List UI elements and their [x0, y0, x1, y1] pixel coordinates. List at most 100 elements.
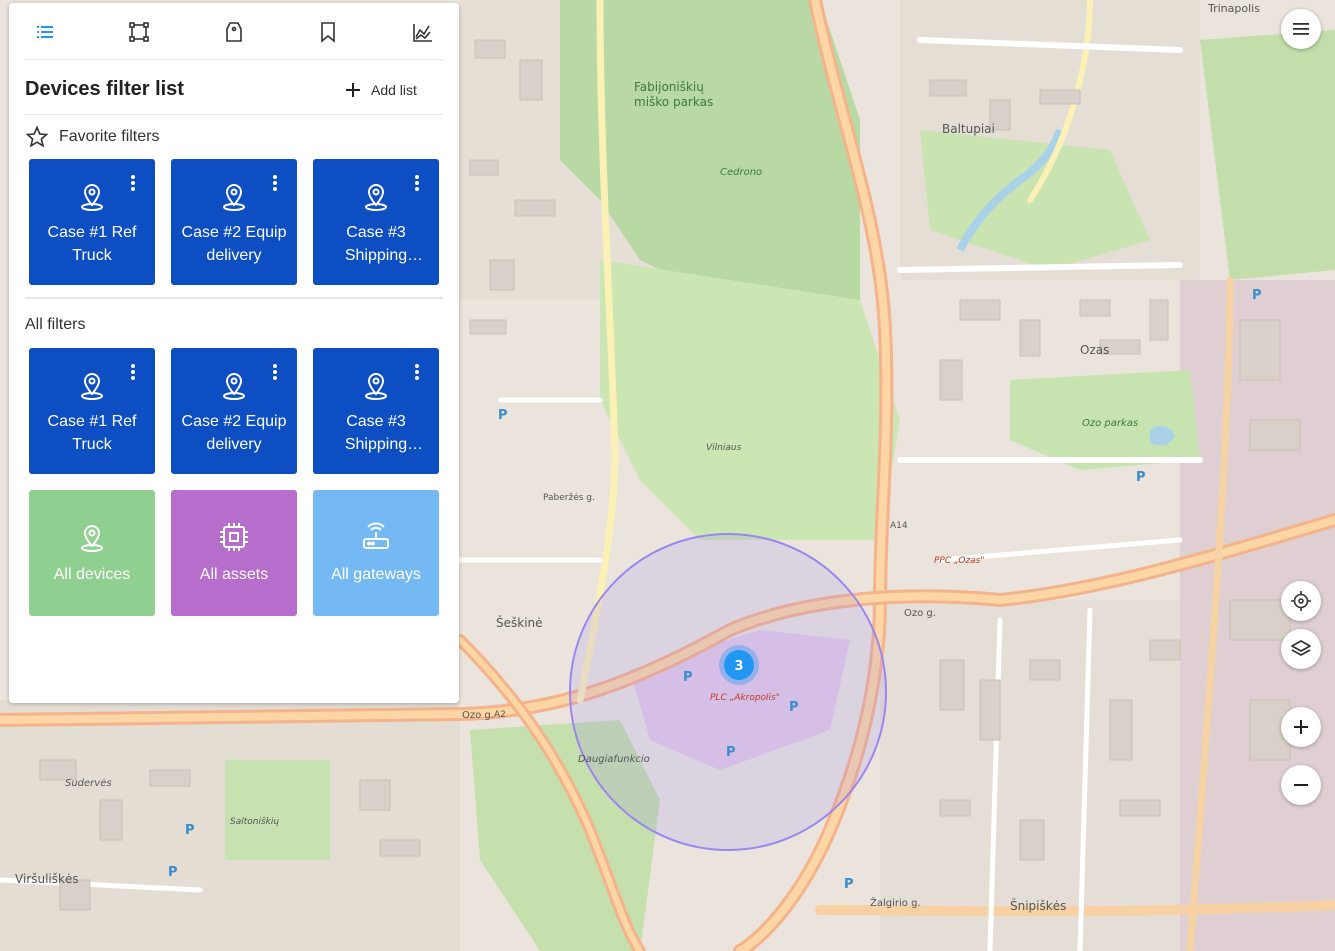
parking-icon: P: [844, 877, 854, 892]
tab-bookmarks[interactable]: [311, 15, 345, 49]
filter-card-label: Case #1 Ref Truck: [47, 224, 137, 264]
router-icon: [363, 522, 389, 549]
map-label: Vilniaus: [706, 443, 742, 453]
filter-card-label: Case #1 Ref Truck: [47, 413, 137, 453]
zoom-in-button[interactable]: [1281, 707, 1321, 747]
crosshair-icon: [1291, 591, 1311, 611]
map-label: Ozo g.: [904, 608, 936, 619]
title-divider: [25, 114, 443, 115]
favorite-filter-card[interactable]: Case #3 Shipping container: [313, 159, 439, 285]
all-gateways-card[interactable]: All gateways: [313, 490, 439, 616]
plus-icon: [1294, 720, 1308, 734]
parking-icon: P: [1252, 288, 1262, 303]
tab-geofences[interactable]: [122, 15, 156, 49]
panel-tabs: [9, 3, 459, 60]
map-label: A2: [494, 710, 506, 720]
add-list-label: Add list: [371, 82, 417, 98]
cluster-count: 3: [734, 659, 743, 674]
all-filters-label: All filters: [25, 316, 86, 333]
tabs-divider: [25, 59, 443, 60]
list-icon: [37, 26, 53, 38]
map-label: PPC „Ozas": [934, 556, 985, 566]
locate-button[interactable]: [1281, 581, 1321, 621]
all-devices-card[interactable]: All devices: [29, 490, 155, 616]
map-label: Sudervės: [65, 778, 112, 789]
parking-icon: P: [683, 670, 693, 685]
map-label: Ozo g.: [462, 710, 494, 721]
location-pin-icon: [223, 184, 245, 211]
filter-card-label: Case #2 Equip delivery: [181, 224, 287, 264]
map-label: Šnipiškės: [1010, 898, 1066, 913]
location-pin-icon: [81, 373, 103, 400]
star-icon[interactable]: [25, 125, 49, 149]
geofence-circle[interactable]: [569, 533, 887, 851]
location-pin-icon: [81, 525, 103, 552]
tab-list[interactable]: [28, 15, 62, 49]
map-menu-button[interactable]: [1281, 9, 1321, 49]
cluster-marker[interactable]: 3: [719, 645, 759, 685]
geofence-icon: [129, 22, 149, 42]
more-vert-icon[interactable]: [411, 362, 423, 382]
filter-card-label: All devices: [53, 566, 131, 583]
favorites-divider: [25, 297, 443, 299]
layers-icon: [1291, 640, 1311, 656]
filter-card[interactable]: Case #3 Shipping container: [313, 348, 439, 474]
map-label: miško parkas: [634, 95, 713, 109]
menu-icon: [1293, 23, 1309, 35]
parking-icon: P: [726, 745, 736, 760]
filter-panel: Devices filter list Add list Favorite fi…: [9, 3, 459, 703]
location-pin-icon: [365, 184, 387, 211]
parking-icon: P: [185, 823, 195, 838]
plus-icon: [346, 83, 360, 97]
parking-icon: P: [498, 408, 508, 423]
map-label: Viršuliškės: [15, 872, 79, 886]
filter-card[interactable]: Case #1 Ref Truck: [29, 348, 155, 474]
map-label: PLC „Akropolis": [710, 693, 780, 703]
map-label: Cedrono: [720, 167, 762, 178]
all-assets-card[interactable]: All assets: [171, 490, 297, 616]
filter-card-label: All assets: [199, 566, 269, 583]
add-list-button[interactable]: Add list: [345, 76, 417, 104]
map-label: Žalgirio g.: [870, 896, 921, 909]
layers-button[interactable]: [1281, 629, 1321, 669]
more-vert-icon[interactable]: [269, 173, 281, 193]
filter-card-label: All gateways: [331, 566, 421, 583]
tag-icon: [226, 22, 242, 42]
location-pin-icon: [223, 373, 245, 400]
map-label: Ozo parkas: [1082, 418, 1138, 429]
more-vert-icon[interactable]: [127, 362, 139, 382]
more-vert-icon[interactable]: [269, 362, 281, 382]
panel-title: Devices filter list: [25, 78, 184, 100]
all-filters-header: All filters: [25, 316, 85, 334]
zoom-out-button[interactable]: [1281, 765, 1321, 805]
bookmark-icon: [321, 22, 335, 43]
filter-card-label: Case #3 Shipping container: [344, 413, 408, 453]
filter-card[interactable]: Case #2 Equip delivery: [171, 348, 297, 474]
map-label: Paberžės g.: [543, 493, 595, 503]
more-vert-icon[interactable]: [127, 173, 139, 193]
favorites-label: Favorite filters: [59, 128, 160, 145]
saltoniskiu-area: [225, 760, 330, 860]
parking-icon: P: [168, 865, 178, 880]
filter-card-label: Case #2 Equip delivery: [181, 413, 287, 453]
analytics-icon: [413, 24, 432, 42]
filter-card-label: Case #3 Shipping container: [344, 224, 408, 264]
parking-icon: P: [789, 700, 799, 715]
map-label: Fabijoniškių: [634, 80, 704, 94]
favorites-header: Favorite filters: [25, 125, 159, 149]
favorite-filter-card[interactable]: Case #1 Ref Truck: [29, 159, 155, 285]
tab-tags[interactable]: [217, 15, 251, 49]
map-label: A14: [890, 521, 908, 531]
more-vert-icon[interactable]: [411, 173, 423, 193]
map-label: Daugiafunkcio: [578, 754, 650, 765]
minus-icon: [1294, 784, 1308, 786]
tab-analytics[interactable]: [406, 15, 440, 49]
location-pin-icon: [81, 184, 103, 211]
favorite-filter-card[interactable]: Case #2 Equip delivery: [171, 159, 297, 285]
map-label: Trinapolis: [1207, 2, 1260, 15]
parking-icon: P: [1136, 470, 1146, 485]
map-label: Šeškinė: [496, 615, 543, 630]
map-label: Ozas: [1080, 343, 1109, 357]
map-label: Baltupiai: [942, 122, 995, 136]
location-pin-icon: [365, 373, 387, 400]
